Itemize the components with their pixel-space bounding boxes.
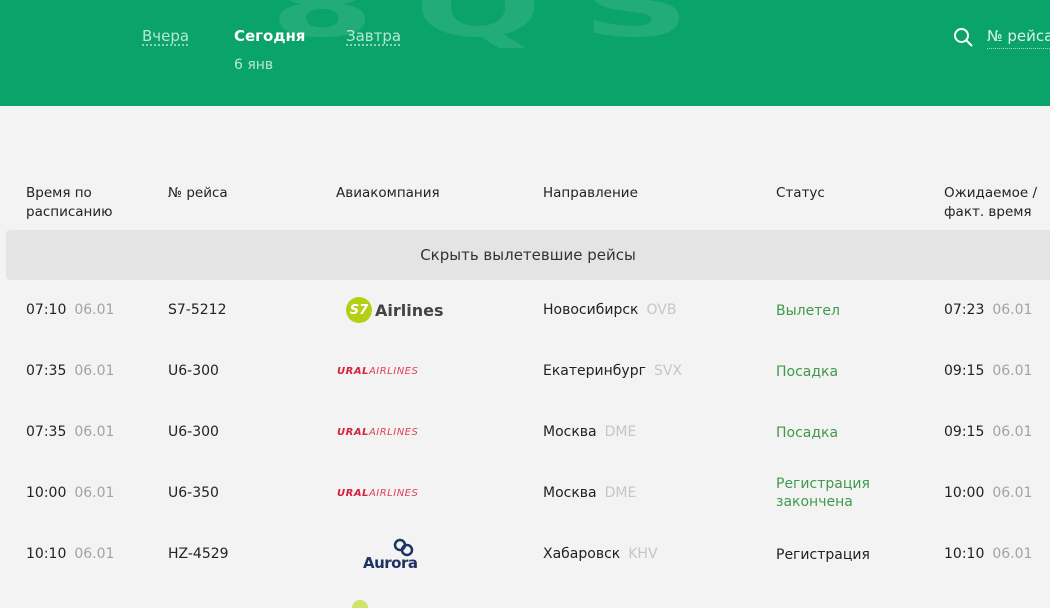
actual-time: 09:15 06.01 (944, 363, 1033, 379)
actual-time: 10:10 06.01 (944, 546, 1033, 562)
status-text: Регистрация (776, 547, 870, 563)
ural-airlines-logo: URALAIRLINES (337, 427, 419, 438)
flight-number: U6-300 (168, 363, 219, 379)
ural-airlines-logo: URALAIRLINES (337, 488, 419, 499)
brand-watermark: 8QS (270, 0, 730, 56)
flight-search-input[interactable] (987, 24, 1050, 49)
hide-departed-button[interactable]: Скрыть вылетевшие рейсы (6, 230, 1050, 280)
destination: Москва DME (543, 424, 637, 440)
scheduled-time: 07:35 06.01 (26, 424, 115, 440)
col-flight-number[interactable]: № рейса (168, 184, 228, 203)
status-text: Вылетел (776, 303, 840, 319)
status-text: Посадка (776, 364, 839, 380)
table-row[interactable]: 10:00 06.01 U6-350 URALAIRLINES Москва DME… (0, 463, 1050, 524)
scheduled-time: 10:10 06.01 (26, 546, 115, 562)
table-row[interactable]: 07:10 06.01 S7-5212 S7 Airlines Новосибирс… (0, 280, 1050, 341)
status-text: Регистрация закончена (776, 476, 870, 510)
status-text: Посадка (776, 425, 839, 441)
search-icon[interactable] (953, 27, 973, 47)
flight-number: U6-350 (168, 485, 219, 501)
actual-time: 09:15 06.01 (944, 424, 1033, 440)
destination: Хабаровск KHV (543, 546, 658, 562)
header-bar: 8QS Вчера Сегодня Завтра 6 янв (0, 0, 1050, 106)
flight-number: U6-300 (168, 424, 219, 440)
tab-today[interactable]: Сегодня (234, 27, 305, 45)
s7-airlines-logo: S7 Airlines (346, 297, 444, 323)
col-scheduled-time[interactable]: Время по расписанию (26, 184, 136, 222)
col-status[interactable]: Статус (776, 184, 825, 203)
ural-airlines-logo: URALAIRLINES (337, 366, 419, 377)
aurora-logo: Aurora (363, 538, 419, 574)
flight-number: HZ-4529 (168, 546, 229, 562)
scheduled-time: 10:00 06.01 (26, 485, 115, 501)
table-row[interactable]: 10:10 06.01 HZ-4529 Aurora Хабаровск KHV Р… (0, 524, 1050, 585)
scheduled-time: 07:10 06.01 (26, 302, 115, 318)
table-row[interactable]: 07:35 06.01 U6-300 URALAIRLINES Екатеринб… (0, 341, 1050, 402)
destination: Новосибирск OVB (543, 302, 677, 318)
col-direction[interactable]: Направление (543, 184, 638, 203)
destination: Екатеринбург SVX (543, 363, 683, 379)
col-airline[interactable]: Авиакомпания (336, 184, 440, 203)
tab-tomorrow[interactable]: Завтра (346, 27, 401, 45)
actual-time: 10:00 06.01 (944, 485, 1033, 501)
actual-time: 07:23 06.01 (944, 302, 1033, 318)
tab-yesterday[interactable]: Вчера (142, 27, 189, 45)
table-row[interactable]: 07:35 06.01 U6-300 URALAIRLINES Москва DME… (0, 402, 1050, 463)
destination: Москва DME (543, 485, 637, 501)
scheduled-time: 07:35 06.01 (26, 363, 115, 379)
active-date: 6 янв (234, 57, 274, 73)
flight-number: S7-5212 (168, 302, 227, 318)
partial-airline-logo (352, 600, 368, 608)
col-actual-time[interactable]: Ожидаемое / факт. время (944, 184, 1048, 222)
